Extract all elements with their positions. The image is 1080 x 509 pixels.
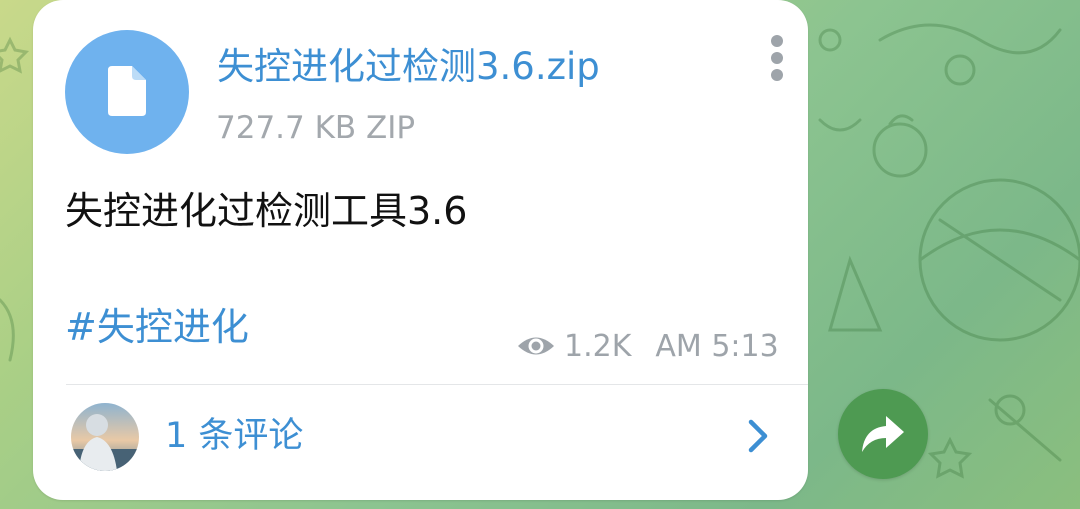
file-name[interactable]: 失控进化过检测3.6.zip [217, 42, 600, 92]
file-size: 727.7 KB ZIP [216, 110, 416, 146]
document-icon [108, 66, 146, 116]
avatar [71, 403, 139, 471]
more-vertical-icon[interactable] [770, 34, 784, 82]
eye-icon [518, 337, 554, 355]
chevron-right-icon[interactable] [746, 418, 770, 454]
message-caption: 失控进化过检测工具3.6 [65, 189, 468, 233]
avatar-image [71, 403, 139, 471]
file-download-button[interactable] [65, 30, 189, 154]
comments-button[interactable]: 1 条评论 [165, 412, 303, 460]
view-count: 1.2K [564, 328, 632, 364]
share-icon [862, 416, 904, 452]
message-meta: 1.2K AM 5:13 [516, 326, 779, 366]
hashtag-link[interactable]: #失控进化 [65, 302, 249, 352]
divider [66, 384, 808, 385]
share-button[interactable] [838, 389, 928, 479]
message-time: AM 5:13 [655, 328, 779, 364]
message-bubble[interactable]: 失控进化过检测3.6.zip 727.7 KB ZIP 失控进化过检测工具3.6… [33, 0, 808, 500]
